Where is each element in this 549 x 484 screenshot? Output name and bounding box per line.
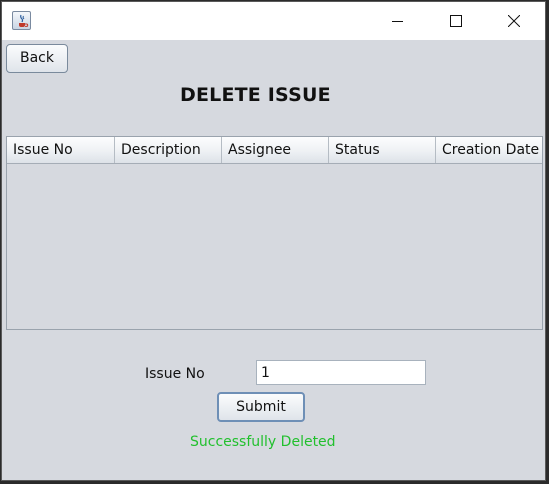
minimize-icon [392,21,403,22]
page-title: DELETE ISSUE [180,84,331,106]
issue-no-label: Issue No [145,366,205,382]
issues-table[interactable]: Issue No Description Assignee Status Cre… [6,136,543,330]
column-header-issue-no[interactable]: Issue No [7,137,115,163]
maximize-icon [450,15,462,27]
table-body[interactable] [7,164,542,329]
close-icon [508,15,520,27]
title-bar [2,2,545,40]
java-icon [12,11,31,30]
back-button[interactable]: Back [6,44,68,73]
table-header: Issue No Description Assignee Status Cre… [7,137,542,164]
submit-button[interactable]: Submit [217,392,305,422]
app-window: Back DELETE ISSUE Issue No Description A… [1,1,546,481]
column-header-status[interactable]: Status [329,137,436,163]
column-header-assignee[interactable]: Assignee [222,137,329,163]
column-header-description[interactable]: Description [115,137,222,163]
issue-no-input[interactable] [256,360,426,385]
status-message: Successfully Deleted [190,434,336,450]
close-button[interactable] [491,2,537,40]
minimize-button[interactable] [375,2,421,40]
maximize-button[interactable] [433,2,479,40]
column-header-creation-date[interactable]: Creation Date [436,137,542,163]
